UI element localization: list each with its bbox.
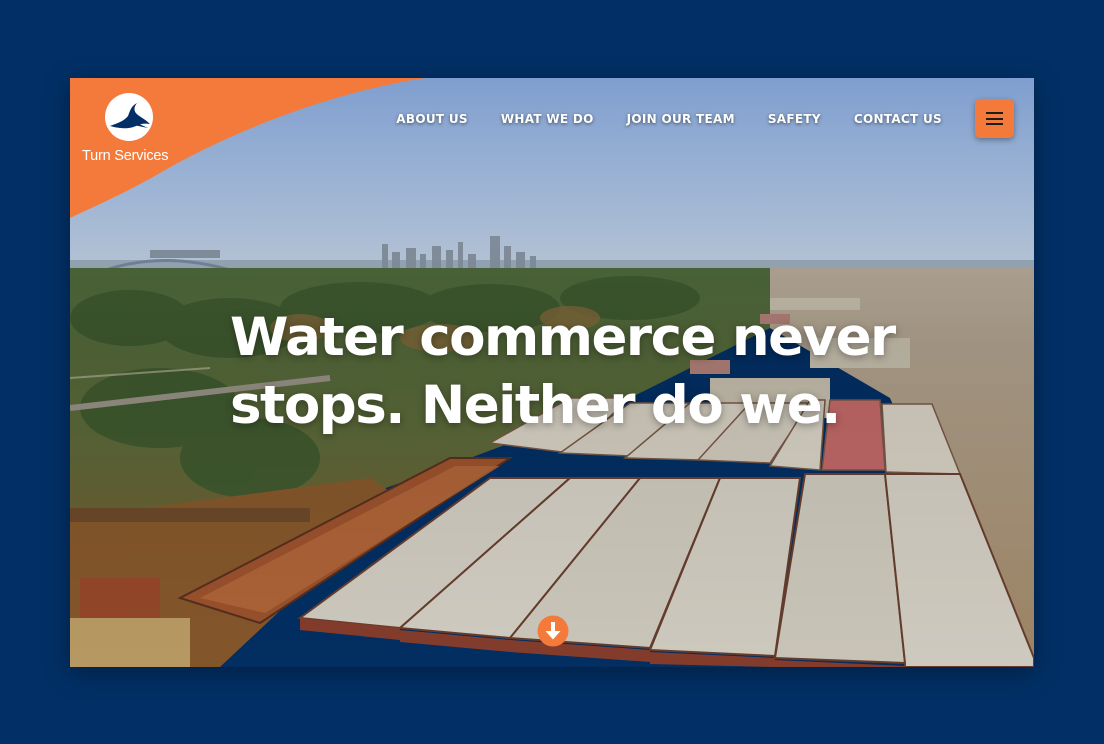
headline-line-2: stops. Neither do we. — [230, 375, 841, 436]
bird-circle-icon — [105, 93, 153, 141]
hamburger-icon-bar — [986, 123, 1003, 125]
nav-item-what-we-do[interactable]: WHAT WE DO — [501, 112, 594, 126]
brand-name: Turn Services — [82, 148, 169, 164]
hamburger-icon-bar — [986, 117, 1003, 120]
headline-line-1: Water commerce never — [230, 307, 896, 368]
hamburger-menu-button[interactable] — [975, 99, 1014, 138]
website-frame: Turn Services ABOUT US WHAT WE DO JOIN O… — [70, 78, 1034, 667]
nav-item-safety[interactable]: SAFETY — [768, 112, 821, 126]
hero-headline: Water commerce never stops. Neither do w… — [230, 304, 950, 440]
arrow-down-icon[interactable] — [537, 615, 569, 647]
nav-item-about-us[interactable]: ABOUT US — [396, 112, 468, 126]
main-navigation: ABOUT US WHAT WE DO JOIN OUR TEAM SAFETY… — [396, 112, 942, 126]
nav-item-join-our-team[interactable]: JOIN OUR TEAM — [627, 112, 735, 126]
nav-item-contact-us[interactable]: CONTACT US — [854, 112, 942, 126]
hamburger-icon — [986, 112, 1003, 114]
logo[interactable]: Turn Services — [70, 78, 270, 198]
